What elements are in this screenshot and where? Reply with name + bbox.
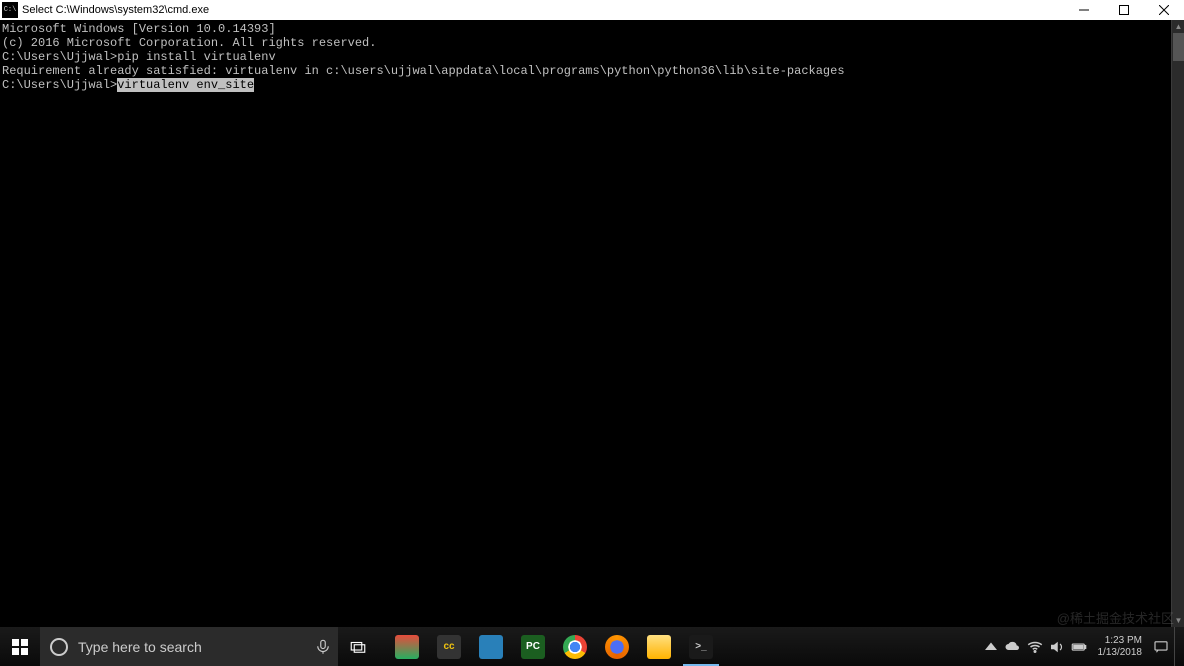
wifi-icon[interactable] (1026, 638, 1044, 656)
terminal-line: Requirement already satisfied: virtualen… (2, 64, 1169, 78)
mic-icon[interactable] (308, 627, 338, 666)
taskbar-app-chrome[interactable] (554, 627, 596, 666)
tray-overflow-icon[interactable] (982, 638, 1000, 656)
downloads-icon (479, 635, 503, 659)
taskbar-app-microsoft-store[interactable] (386, 627, 428, 666)
clock-date: 1/13/2018 (1098, 647, 1143, 659)
terminal-line: Microsoft Windows [Version 10.0.14393] (2, 22, 1169, 36)
maximize-button[interactable] (1104, 0, 1144, 20)
start-button[interactable] (0, 627, 40, 666)
taskbar-app-firefox[interactable] (596, 627, 638, 666)
window-title: Select C:\Windows\system32\cmd.exe (22, 4, 209, 16)
microsoft-store-icon (395, 635, 419, 659)
minimize-icon (1079, 5, 1089, 15)
file-explorer-icon (647, 635, 671, 659)
terminal-active-line: C:\Users\Ujjwal>virtualenv env_site (2, 78, 1169, 92)
taskbar-app-ccleaner[interactable]: cc (428, 627, 470, 666)
task-view-button[interactable] (338, 627, 378, 666)
cmd-app-icon: C:\ (2, 2, 18, 18)
terminal-line: C:\Users\Ujjwal>pip install virtualenv (2, 50, 1169, 64)
vertical-scrollbar[interactable]: ▲ ▼ (1171, 20, 1184, 627)
close-button[interactable] (1144, 0, 1184, 20)
system-tray: 1:23 PM 1/13/2018 (982, 627, 1184, 666)
minimize-button[interactable] (1064, 0, 1104, 20)
taskbar-clock[interactable]: 1:23 PM 1/13/2018 (1092, 635, 1149, 659)
show-desktop-button[interactable] (1174, 627, 1180, 666)
action-center-icon[interactable] (1152, 638, 1170, 656)
onedrive-icon[interactable] (1004, 638, 1022, 656)
terminal-selected-command: virtualenv env_site (117, 78, 254, 92)
cmd-icon: >_ (689, 635, 713, 659)
terminal-output[interactable]: Microsoft Windows [Version 10.0.14393](c… (0, 20, 1171, 627)
ccleaner-icon: cc (437, 635, 461, 659)
taskbar-app-downloads[interactable] (470, 627, 512, 666)
taskbar: Type here to search cc PC >_ 1:23 PM 1/13/… (0, 627, 1184, 666)
scroll-down-arrow-icon[interactable]: ▼ (1172, 614, 1184, 627)
terminal-prompt: C:\Users\Ujjwal> (2, 78, 117, 92)
taskbar-search[interactable]: Type here to search (40, 627, 338, 666)
scroll-up-arrow-icon[interactable]: ▲ (1172, 20, 1184, 33)
window-titlebar: C:\ Select C:\Windows\system32\cmd.exe (0, 0, 1184, 20)
scroll-thumb[interactable] (1173, 33, 1184, 61)
clock-time: 1:23 PM (1098, 635, 1143, 647)
taskbar-app-file-explorer[interactable] (638, 627, 680, 666)
taskbar-apps: cc PC >_ (386, 627, 722, 666)
terminal-area: Microsoft Windows [Version 10.0.14393](c… (0, 20, 1184, 627)
chrome-icon (563, 635, 587, 659)
taskbar-app-pycharm[interactable]: PC (512, 627, 554, 666)
close-icon (1159, 5, 1169, 15)
firefox-icon (605, 635, 629, 659)
cortana-icon (50, 638, 68, 656)
task-view-icon (349, 638, 367, 656)
taskbar-app-cmd[interactable]: >_ (680, 627, 722, 666)
battery-icon[interactable] (1070, 638, 1088, 656)
maximize-icon (1119, 5, 1129, 15)
search-placeholder: Type here to search (78, 639, 202, 655)
volume-icon[interactable] (1048, 638, 1066, 656)
pycharm-icon: PC (521, 635, 545, 659)
terminal-line: (c) 2016 Microsoft Corporation. All righ… (2, 36, 1169, 50)
windows-logo-icon (12, 639, 28, 655)
